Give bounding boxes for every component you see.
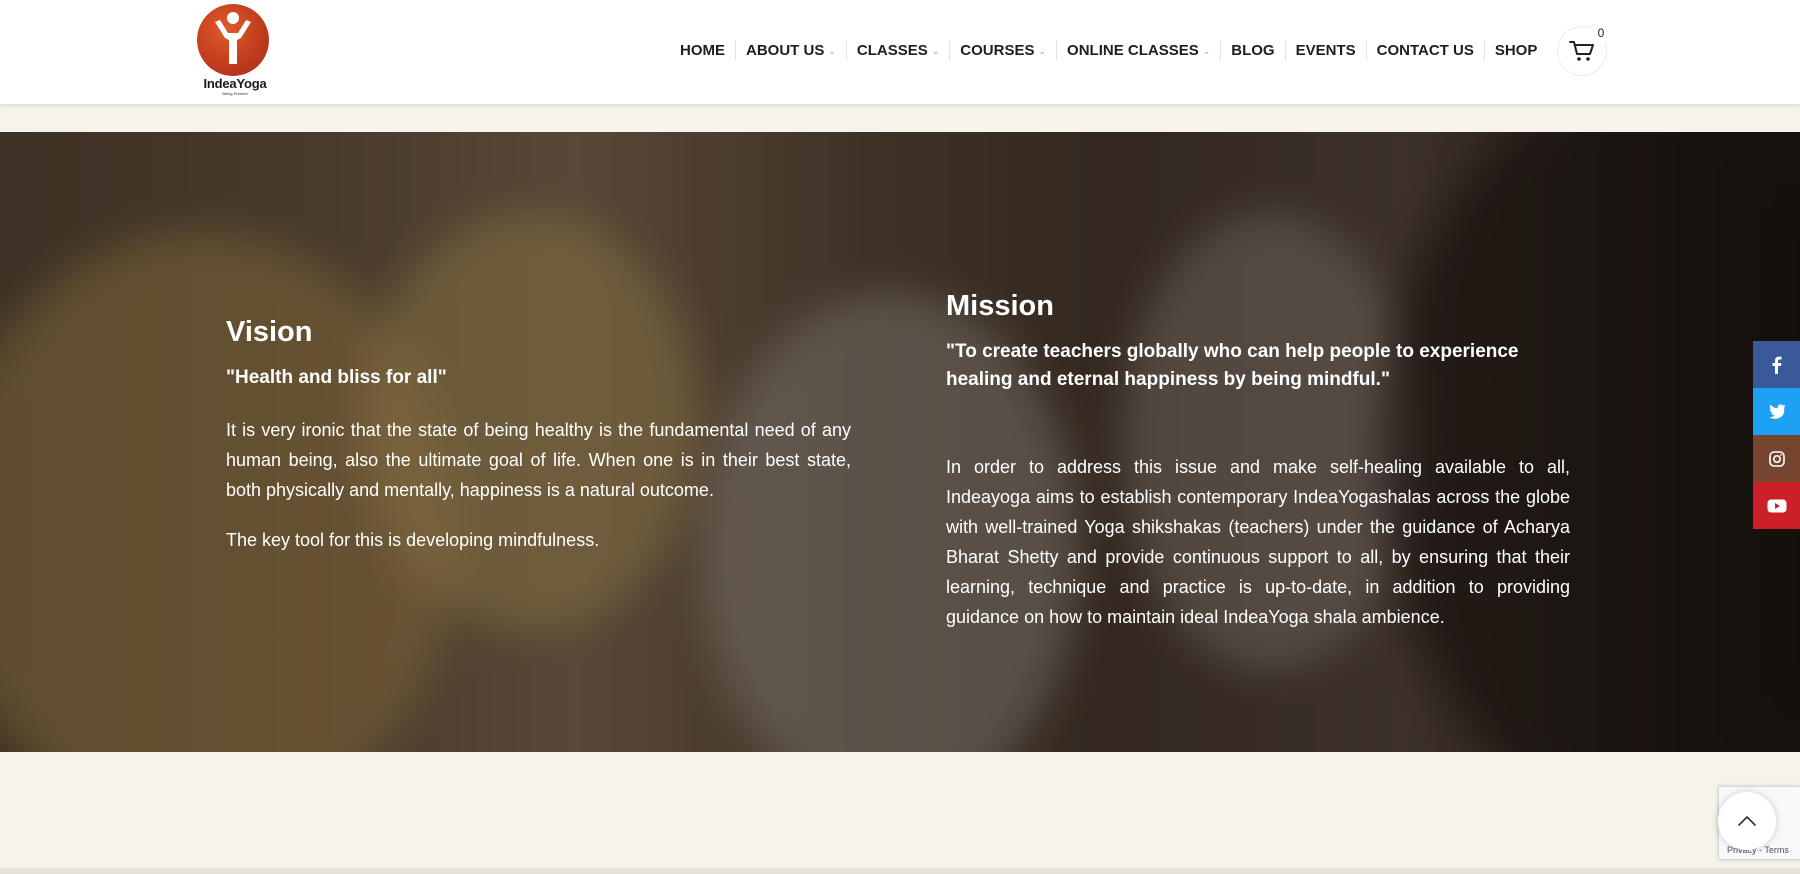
instagram-icon — [1768, 450, 1785, 467]
chevron-up-icon — [1738, 816, 1756, 826]
facebook-button[interactable] — [1753, 341, 1800, 388]
logo-emblem — [197, 4, 269, 76]
logo-tagline: Being Present — [222, 91, 248, 96]
main-nav: HOME ABOUT US ⌄ CLASSES ⌄ COURSES ⌄ ONLINE … — [670, 38, 1547, 62]
vision-quote: "Health and bliss for all" — [226, 367, 447, 388]
nav-courses[interactable]: COURSES ⌄ — [950, 38, 1056, 62]
nav-contact-us[interactable]: CONTACT US — [1367, 38, 1484, 62]
mission-block: Mission "To create teachers globally who… — [946, 288, 1570, 652]
vision-title: Vision — [226, 316, 313, 348]
site-header: IndeaYoga Being Present HOME ABOUT US ⌄ C… — [0, 0, 1800, 104]
twitter-button[interactable] — [1753, 388, 1800, 435]
site-logo[interactable]: IndeaYoga Being Present — [192, 4, 278, 96]
chevron-down-icon: ⌄ — [828, 45, 836, 56]
vision-paragraph: It is very ironic that the state of bein… — [226, 420, 851, 500]
vision-block: Vision "Health and bliss for all" It is … — [226, 314, 851, 575]
chevron-down-icon: ⌄ — [931, 45, 940, 56]
back-to-top-button[interactable] — [1718, 792, 1776, 850]
vision-paragraph: The key tool for this is developing mind… — [226, 530, 600, 550]
mission-quote: "To create teachers globally who can hel… — [946, 341, 1519, 390]
youtube-button[interactable] — [1753, 482, 1800, 529]
nav-shop[interactable]: SHOP — [1485, 38, 1548, 62]
social-sidebar — [1753, 341, 1800, 529]
nav-blog[interactable]: BLOG — [1221, 38, 1284, 62]
youtube-icon — [1767, 499, 1786, 512]
facebook-icon — [1772, 356, 1781, 374]
nav-classes[interactable]: CLASSES ⌄ — [847, 38, 949, 62]
instagram-button[interactable] — [1753, 435, 1800, 482]
mission-title: Mission — [946, 290, 1054, 322]
page-footer-edge — [0, 868, 1800, 874]
chevron-down-icon: ⌄ — [1038, 45, 1047, 56]
cart-icon — [1569, 41, 1594, 61]
nav-online-classes[interactable]: ONLINE CLASSES ⌄ — [1057, 38, 1220, 62]
nav-events[interactable]: EVENTS — [1286, 38, 1366, 62]
mission-paragraph: In order to address this issue and make … — [946, 457, 1570, 627]
nav-about-us[interactable]: ABOUT US ⌄ — [736, 38, 846, 62]
chevron-down-icon: ⌄ — [1202, 45, 1211, 56]
vision-mission-section: Vision "Health and bliss for all" It is … — [0, 132, 1800, 752]
logo-wordmark: IndeaYoga — [203, 76, 267, 91]
cart-count-badge: 0 — [1592, 24, 1610, 42]
twitter-icon — [1768, 404, 1785, 419]
nav-home[interactable]: HOME — [670, 38, 735, 62]
